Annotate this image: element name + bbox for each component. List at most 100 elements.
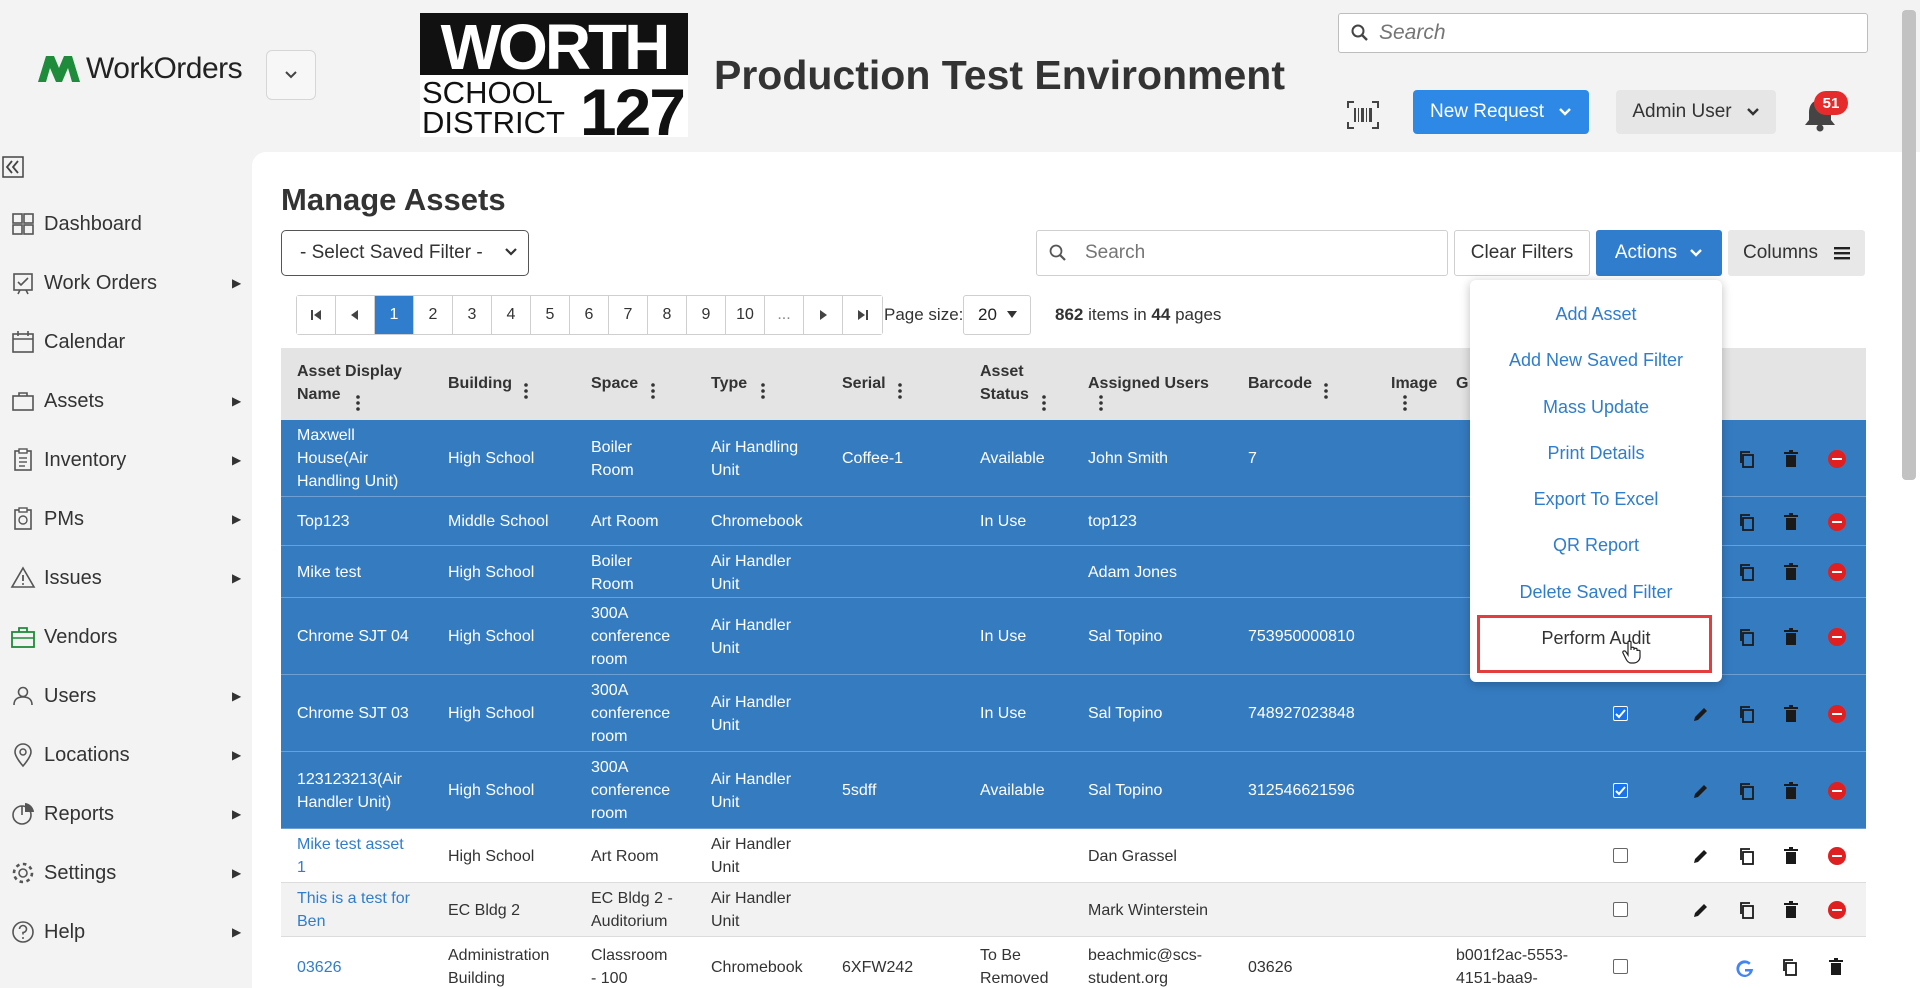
column-header[interactable]: Type — [711, 372, 747, 395]
sidebar-item-work-orders[interactable]: Work Orders ▶ — [0, 261, 250, 305]
sidebar-item-reports[interactable]: Reports ▶ — [0, 792, 250, 836]
copy-icon[interactable] — [1737, 781, 1757, 801]
sidebar-item-users[interactable]: Users ▶ — [0, 674, 250, 718]
edit-icon[interactable] — [1691, 781, 1711, 801]
row-checkbox[interactable] — [1613, 705, 1628, 721]
cell-name[interactable]: This is a test for Ben — [297, 887, 410, 933]
trash-icon[interactable] — [1781, 704, 1801, 724]
column-menu-icon[interactable] — [650, 382, 656, 400]
global-search-input[interactable] — [1379, 21, 1839, 45]
page-1-button[interactable]: 1 — [375, 296, 414, 334]
cell-name[interactable]: Chrome SJT 04 — [297, 625, 409, 648]
copy-icon[interactable] — [1737, 512, 1757, 532]
columns-button[interactable]: Columns — [1728, 230, 1865, 276]
row-checkbox[interactable] — [1613, 902, 1628, 917]
column-header[interactable]: Image — [1391, 372, 1437, 395]
google-icon[interactable] — [1735, 959, 1755, 979]
trash-icon[interactable] — [1781, 512, 1801, 532]
sidebar-item-help[interactable]: Help ▶ — [0, 910, 250, 954]
cell-name[interactable]: Mike test — [297, 561, 361, 584]
column-menu-icon[interactable] — [523, 382, 529, 400]
column-header[interactable]: Assigned Users — [1088, 372, 1209, 395]
column-header[interactable]: Building — [448, 372, 512, 395]
copy-icon[interactable] — [1737, 449, 1757, 469]
column-header[interactable]: Asset Display Name — [297, 360, 402, 406]
trash-icon[interactable] — [1781, 846, 1801, 866]
menu-item-add-saved-filter[interactable]: Add New Saved Filter — [1470, 350, 1722, 371]
edit-icon[interactable] — [1691, 704, 1711, 724]
actions-button[interactable]: Actions — [1596, 230, 1722, 276]
clear-filters-button[interactable]: Clear Filters — [1454, 230, 1590, 276]
cell-name[interactable]: Top123 — [297, 510, 350, 533]
menu-item-delete-saved-filter[interactable]: Delete Saved Filter — [1470, 582, 1722, 603]
column-header[interactable]: Serial — [842, 372, 886, 395]
deactivate-icon[interactable] — [1828, 627, 1846, 646]
asset-search-input[interactable] — [1085, 242, 1425, 264]
menu-item-print-details[interactable]: Print Details — [1470, 443, 1722, 464]
menu-item-export-excel[interactable]: Export To Excel — [1470, 489, 1722, 510]
column-menu-icon[interactable] — [1098, 394, 1104, 412]
sidebar-item-assets[interactable]: Assets ▶ — [0, 379, 250, 423]
column-menu-icon[interactable] — [1402, 394, 1408, 412]
copy-icon[interactable] — [1737, 627, 1757, 647]
column-menu-icon[interactable] — [897, 382, 903, 400]
trash-icon[interactable] — [1781, 627, 1801, 647]
deactivate-icon[interactable] — [1828, 449, 1846, 468]
next-page-button[interactable] — [804, 296, 843, 334]
trash-icon[interactable] — [1781, 449, 1801, 469]
sidebar-item-issues[interactable]: Issues ▶ — [0, 556, 250, 600]
copy-icon[interactable] — [1737, 704, 1757, 724]
menu-item-mass-update[interactable]: Mass Update — [1470, 397, 1722, 418]
row-checkbox[interactable] — [1613, 848, 1628, 863]
copy-icon[interactable] — [1737, 562, 1757, 582]
page-2-button[interactable]: 2 — [414, 296, 453, 334]
page-4-button[interactable]: 4 — [492, 296, 531, 334]
edit-icon[interactable] — [1691, 900, 1711, 920]
deactivate-icon[interactable] — [1828, 704, 1846, 723]
edit-icon[interactable] — [1691, 846, 1711, 866]
copy-icon[interactable] — [1737, 900, 1757, 920]
last-page-button[interactable] — [843, 296, 882, 334]
menu-item-add-asset[interactable]: Add Asset — [1470, 304, 1722, 325]
trash-icon[interactable] — [1826, 957, 1846, 977]
cell-name[interactable]: 03626 — [297, 956, 342, 979]
sidebar-item-calendar[interactable]: Calendar — [0, 320, 250, 364]
cell-name[interactable]: Maxwell House(Air Handling Unit) — [297, 424, 398, 493]
menu-item-qr-report[interactable]: QR Report — [1470, 535, 1722, 556]
page-9-button[interactable]: 9 — [687, 296, 726, 334]
page-10-button[interactable]: 10 — [726, 296, 765, 334]
trash-icon[interactable] — [1781, 562, 1801, 582]
table-row[interactable]: Chrome SJT 03 High School 300A conference ro… — [281, 675, 1866, 752]
table-row[interactable]: This is a test for Ben EC Bldg 2 EC Bldg 2 … — [281, 883, 1866, 937]
deactivate-icon[interactable] — [1828, 847, 1846, 865]
row-checkbox[interactable] — [1613, 959, 1628, 974]
sidebar-item-dashboard[interactable]: Dashboard — [0, 202, 250, 246]
table-row[interactable]: 03626 Administration Building Classroom - 10… — [281, 937, 1866, 988]
sidebar-item-pms[interactable]: PMs ▶ — [0, 497, 250, 541]
row-checkbox[interactable] — [1613, 782, 1628, 798]
copy-icon[interactable] — [1737, 846, 1757, 866]
page-scrollbar[interactable] — [1902, 10, 1916, 480]
sidebar-item-settings[interactable]: Settings ▶ — [0, 851, 250, 895]
barcode-scan-button[interactable] — [1346, 98, 1380, 132]
copy-icon[interactable] — [1780, 957, 1800, 977]
prev-page-button[interactable] — [336, 296, 375, 334]
deactivate-icon[interactable] — [1828, 781, 1846, 800]
cell-name[interactable]: Chrome SJT 03 — [297, 702, 409, 725]
column-header[interactable]: G — [1456, 372, 1468, 395]
asset-search[interactable] — [1036, 230, 1448, 276]
first-page-button[interactable] — [297, 296, 336, 334]
more-pages-button[interactable]: ... — [765, 296, 804, 334]
table-row[interactable]: 123123213(Air Handler Unit) High School 300… — [281, 752, 1866, 829]
trash-icon[interactable] — [1781, 900, 1801, 920]
column-menu-icon[interactable] — [760, 382, 766, 400]
app-switcher-button[interactable] — [266, 50, 316, 100]
column-header[interactable]: Barcode — [1248, 372, 1312, 395]
table-row[interactable]: Mike test asset 1 High School Art Room Air H… — [281, 829, 1866, 883]
column-menu-icon[interactable] — [1041, 394, 1047, 412]
page-size-select[interactable]: 20 — [963, 295, 1031, 335]
column-menu-icon[interactable] — [1323, 382, 1329, 400]
trash-icon[interactable] — [1781, 781, 1801, 801]
app-logo[interactable]: WorkOrders — [38, 52, 243, 86]
cell-name[interactable]: 123123213(Air Handler Unit) — [297, 768, 402, 814]
